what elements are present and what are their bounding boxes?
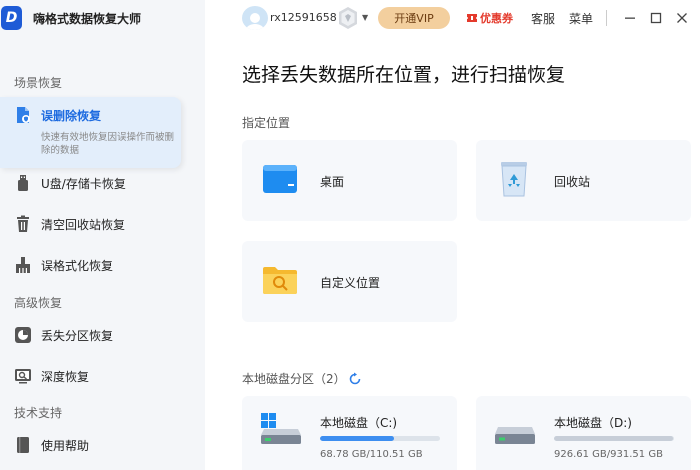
disks-label: 本地磁盘分区 （2） bbox=[242, 370, 362, 387]
disk-usage-fill bbox=[554, 436, 673, 441]
deep-scan-icon bbox=[14, 367, 32, 385]
coupon-label: 优惠券 bbox=[480, 12, 513, 25]
section-title-advanced: 高级恢复 bbox=[14, 296, 63, 310]
sidebar-item-label: U盘/存储卡恢复 bbox=[41, 176, 126, 191]
coupon-button[interactable]: 优惠券 bbox=[466, 10, 513, 26]
trash-icon bbox=[14, 215, 32, 233]
maximize-icon[interactable] bbox=[647, 9, 665, 27]
help-book-icon bbox=[14, 436, 32, 454]
disk-name: 本地磁盘（D:) bbox=[554, 416, 632, 430]
sidebar-item-label: 深度恢复 bbox=[41, 369, 90, 384]
location-label: 桌面 bbox=[320, 175, 345, 189]
username[interactable]: rx12591658 bbox=[270, 11, 337, 24]
disk-size: 926.61 GB/931.51 GB bbox=[554, 449, 663, 460]
section-title-scene: 场景恢复 bbox=[14, 76, 63, 90]
location-card-desktop[interactable]: 桌面 bbox=[242, 140, 457, 221]
app-title: 嗨格式数据恢复大师 bbox=[33, 11, 142, 26]
vip-badge-icon[interactable] bbox=[336, 6, 360, 30]
sidebar-item-label: 误删除恢复 bbox=[41, 109, 102, 123]
sidebar-item-deleted-recovery[interactable]: 误删除恢复 快速有效地恢复因误操作而被删除的数据 bbox=[0, 97, 181, 168]
locations-label-text: 指定位置 bbox=[242, 116, 291, 130]
location-label: 回收站 bbox=[554, 175, 591, 189]
sidebar-item-help[interactable]: 使用帮助 bbox=[0, 426, 205, 464]
sidebar-item-usb-recovery[interactable]: U盘/存储卡恢复 bbox=[0, 164, 205, 202]
location-card-recycle-bin[interactable]: 回收站 bbox=[476, 140, 691, 221]
sidebar-item-label: 误格式化恢复 bbox=[41, 258, 114, 273]
disk-usage-bar bbox=[554, 436, 674, 441]
avatar[interactable] bbox=[242, 6, 268, 30]
sidebar-item-recycle-recovery[interactable]: 清空回收站恢复 bbox=[0, 205, 205, 243]
locations-label: 指定位置 bbox=[242, 114, 290, 131]
disks-label-text: 本地磁盘分区 bbox=[242, 372, 315, 386]
disk-size: 68.78 GB/110.51 GB bbox=[320, 449, 423, 460]
partition-icon bbox=[14, 326, 32, 344]
location-card-custom[interactable]: 自定义位置 bbox=[242, 241, 457, 322]
disk-usage-bar bbox=[320, 436, 440, 441]
window-controls-divider bbox=[606, 10, 607, 26]
disks-count: （2） bbox=[314, 372, 346, 386]
disk-usage-fill bbox=[320, 436, 395, 441]
disk-name: 本地磁盘（C:) bbox=[320, 416, 398, 430]
sidebar-item-label: 丢失分区恢复 bbox=[41, 328, 114, 343]
customer-service-button[interactable]: 客服 bbox=[531, 10, 555, 27]
sidebar-item-description: 快速有效地恢复因误操作而被删除的数据 bbox=[41, 132, 175, 156]
windows-disk-icon bbox=[260, 413, 302, 445]
disk-card-d[interactable]: 本地磁盘（D:) 926.61 GB/931.51 GB bbox=[476, 396, 691, 470]
sidebar: D 嗨格式数据恢复大师 场景恢复 误删除恢复 快速有效地恢复因误操作而被删除的数… bbox=[0, 0, 205, 470]
sidebar-item-label: 清空回收站恢复 bbox=[41, 217, 126, 232]
recycle-bin-icon bbox=[496, 162, 532, 197]
usb-icon bbox=[14, 174, 32, 192]
sidebar-item-partition-recovery[interactable]: 丢失分区恢复 bbox=[0, 316, 205, 354]
folder-search-icon bbox=[262, 263, 298, 297]
format-icon bbox=[14, 256, 32, 274]
top-bar: rx12591658 ▼ 开通VIP 优惠券 客服 菜单 bbox=[205, 0, 700, 36]
app-logo: D bbox=[1, 6, 22, 30]
chevron-down-icon[interactable]: ▼ bbox=[362, 13, 368, 22]
disk-card-c[interactable]: 本地磁盘（C:) 68.78 GB/110.51 GB bbox=[242, 396, 457, 470]
app-header: D 嗨格式数据恢复大师 bbox=[0, 0, 205, 36]
sidebar-item-label: 使用帮助 bbox=[41, 438, 90, 453]
coupon-icon bbox=[466, 12, 478, 24]
location-label: 自定义位置 bbox=[320, 276, 381, 290]
refresh-icon[interactable] bbox=[348, 372, 362, 386]
sidebar-item-format-recovery[interactable]: 误格式化恢复 bbox=[0, 246, 205, 284]
disk-icon bbox=[494, 413, 536, 445]
sidebar-item-deep-recovery[interactable]: 深度恢复 bbox=[0, 357, 205, 395]
minimize-icon[interactable] bbox=[621, 9, 639, 27]
file-shield-icon bbox=[14, 106, 32, 124]
section-title-support: 技术支持 bbox=[14, 406, 63, 420]
desktop-icon bbox=[262, 162, 298, 196]
open-vip-button[interactable]: 开通VIP bbox=[378, 7, 450, 29]
close-icon[interactable] bbox=[673, 9, 691, 27]
menu-button[interactable]: 菜单 bbox=[569, 10, 593, 27]
page-title: 选择丢失数据所在位置，进行扫描恢复 bbox=[242, 64, 566, 86]
